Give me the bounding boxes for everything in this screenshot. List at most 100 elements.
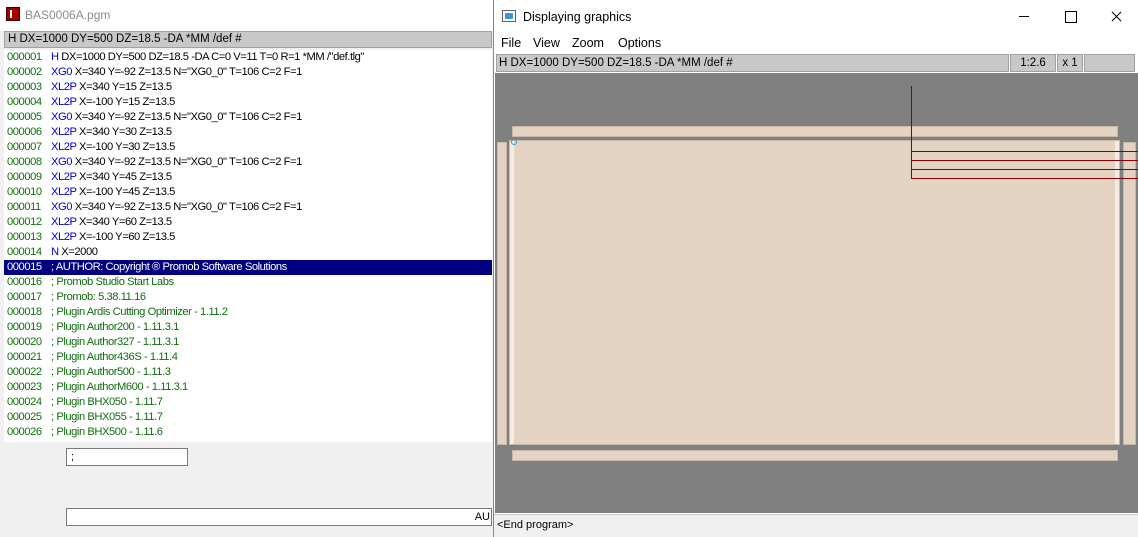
code-row[interactable]: 000015 ; AUTHOR: Copyright ® Promob Softw… <box>4 260 492 275</box>
code-row[interactable]: 000010 XL2P X=-100 Y=45 Z=13.5 <box>4 185 492 200</box>
line-number: 000003 <box>7 81 42 93</box>
command-params: X=340 Y=-92 Z=13.5 N="XG0_0" T=106 C=2 F… <box>72 201 303 213</box>
command-params: X=2000 <box>58 246 98 258</box>
graphics-header-line: H DX=1000 DY=500 DZ=18.5 -DA *MM /def # <box>496 54 1009 72</box>
menu-view[interactable]: View <box>533 36 560 50</box>
comment-text: ; Plugin Author436S - 1.11.4 <box>51 351 178 363</box>
command-params: X=-100 Y=45 Z=13.5 <box>76 186 175 198</box>
line-number: 000004 <box>7 96 42 108</box>
editor-status-field: AU <box>66 508 492 526</box>
zoom-multiplier-readout: x 1 <box>1057 54 1083 72</box>
line-number: 000021 <box>7 351 42 363</box>
comment-text: ; Promob Studio Start Labs <box>51 276 174 288</box>
code-row[interactable]: 000025 ; Plugin BHX055 - 1.11.7 <box>4 410 492 425</box>
program-code-list[interactable]: 000001 H DX=1000 DY=500 DZ=18.5 -DA C=0 V… <box>4 50 492 442</box>
command-params: X=-100 Y=15 Z=13.5 <box>76 96 175 108</box>
zoom-scale-readout: 1:2.6 <box>1010 54 1056 72</box>
line-number: 000008 <box>7 156 42 168</box>
command-keyword: XG0 <box>51 201 73 213</box>
line-number: 000013 <box>7 231 42 243</box>
command-params: X=-100 Y=30 Z=13.5 <box>76 141 175 153</box>
code-row[interactable]: 000026 ; Plugin BHX500 - 1.11.6 <box>4 425 492 440</box>
command-keyword: XL2P <box>51 216 77 228</box>
command-keyword: XG0 <box>51 66 73 78</box>
code-row[interactable]: 000014 N X=2000 <box>4 245 492 260</box>
line-number: 000010 <box>7 186 42 198</box>
code-row[interactable]: 000024 ; Plugin BHX050 - 1.11.7 <box>4 395 492 410</box>
editor-title-bar[interactable]: BAS0006A.pgm <box>0 0 493 31</box>
code-row[interactable]: 000018 ; Plugin Ardis Cutting Optimizer -… <box>4 305 492 320</box>
code-row[interactable]: 000013 XL2P X=-100 Y=60 Z=13.5 <box>4 230 492 245</box>
menu-zoom[interactable]: Zoom <box>572 36 604 50</box>
comment-text: ; Plugin AuthorM600 - 1.11.3.1 <box>51 381 188 393</box>
line-number: 000020 <box>7 336 42 348</box>
code-row[interactable]: 000007 XL2P X=-100 Y=30 Z=13.5 <box>4 140 492 155</box>
code-row[interactable]: 000017 ; Promob: 5.38.11.16 <box>4 290 492 305</box>
command-params: X=340 Y=-92 Z=13.5 N="XG0_0" T=106 C=2 F… <box>72 66 303 78</box>
line-number: 000007 <box>7 141 42 153</box>
comment-text: ; Plugin Author327 - 1.11.3.1 <box>51 336 179 348</box>
tool-path-vertical <box>911 86 912 178</box>
code-row[interactable]: 000011 XG0 X=340 Y=-92 Z=13.5 N="XG0_0" T… <box>4 200 492 215</box>
line-edit-input[interactable]: ; <box>66 448 188 466</box>
comment-text: ; Promob: 5.38.11.16 <box>51 291 146 303</box>
command-keyword: XG0 <box>51 111 73 123</box>
command-keyword: XL2P <box>51 186 77 198</box>
tool-path-line-4 <box>911 178 1138 179</box>
code-row[interactable]: 000019 ; Plugin Author200 - 1.11.3.1 <box>4 320 492 335</box>
code-row[interactable]: 000023 ; Plugin AuthorM600 - 1.11.3.1 <box>4 380 492 395</box>
command-params: X=-100 Y=60 Z=13.5 <box>76 231 175 243</box>
code-row[interactable]: 000004 XL2P X=-100 Y=15 Z=13.5 <box>4 95 492 110</box>
program-status-text: <End program> <box>497 519 574 531</box>
command-params: X=340 Y=15 Z=13.5 <box>76 81 172 93</box>
code-row[interactable]: 000001 H DX=1000 DY=500 DZ=18.5 -DA C=0 V… <box>4 50 492 65</box>
graphics-canvas[interactable] <box>495 73 1138 513</box>
menu-options[interactable]: Options <box>618 36 661 50</box>
line-number: 000025 <box>7 411 42 423</box>
code-row[interactable]: 000016 ; Promob Studio Start Labs <box>4 275 492 290</box>
graphics-window: Displaying graphics File View Zoom Optio… <box>493 0 1138 537</box>
graphics-window-title: Displaying graphics <box>523 10 632 24</box>
code-row[interactable]: 000012 XL2P X=340 Y=60 Z=13.5 <box>4 215 492 230</box>
line-number: 000011 <box>7 201 41 213</box>
code-row[interactable]: 000006 XL2P X=340 Y=30 Z=13.5 <box>4 125 492 140</box>
command-params: X=340 Y=60 Z=13.5 <box>76 216 172 228</box>
comment-text: ; Plugin Ardis Cutting Optimizer - 1.11.… <box>51 306 228 318</box>
code-row[interactable]: 000022 ; Plugin Author500 - 1.11.3 <box>4 365 492 380</box>
command-params: X=340 Y=30 Z=13.5 <box>76 126 172 138</box>
command-keyword: XG0 <box>51 156 73 168</box>
graphics-title-bar[interactable]: Displaying graphics <box>494 0 1138 32</box>
comment-text: ; Plugin BHX500 - 1.11.6 <box>51 426 163 438</box>
graphics-menu-bar: File View Zoom Options <box>494 33 1138 53</box>
code-row[interactable]: 000020 ; Plugin Author327 - 1.11.3.1 <box>4 335 492 350</box>
menu-file[interactable]: File <box>501 36 521 50</box>
line-number: 000022 <box>7 366 42 378</box>
maximize-icon[interactable] <box>1047 0 1093 32</box>
command-keyword: XL2P <box>51 96 77 108</box>
command-keyword: XL2P <box>51 171 77 183</box>
editor-window-title: BAS0006A.pgm <box>25 8 111 22</box>
command-keyword: XL2P <box>51 141 77 153</box>
comment-text: ; AUTHOR: Copyright ® Promob Software So… <box>51 261 287 273</box>
command-keyword: XL2P <box>51 231 77 243</box>
line-number: 000024 <box>7 396 42 408</box>
comment-text: ; Plugin BHX055 - 1.11.7 <box>51 411 163 423</box>
command-params: DX=1000 DY=500 DZ=18.5 -DA C=0 V=11 T=0 … <box>58 51 364 63</box>
line-number: 000006 <box>7 126 42 138</box>
minimize-icon[interactable] <box>1001 0 1047 32</box>
code-row[interactable]: 000003 XL2P X=340 Y=15 Z=13.5 <box>4 80 492 95</box>
code-row[interactable]: 000008 XG0 X=340 Y=-92 Z=13.5 N="XG0_0" T… <box>4 155 492 170</box>
code-row[interactable]: 000005 XG0 X=340 Y=-92 Z=13.5 N="XG0_0" T… <box>4 110 492 125</box>
code-row[interactable]: 000002 XG0 X=340 Y=-92 Z=13.5 N="XG0_0" T… <box>4 65 492 80</box>
line-number: 000014 <box>7 246 42 258</box>
board-bottom-edge-view <box>512 450 1118 461</box>
code-row[interactable]: 000021 ; Plugin Author436S - 1.11.4 <box>4 350 492 365</box>
board-right-edge-view <box>1123 142 1136 445</box>
line-number: 000001 <box>7 51 42 63</box>
code-row[interactable]: 000009 XL2P X=340 Y=45 Z=13.5 <box>4 170 492 185</box>
close-icon[interactable] <box>1093 0 1138 32</box>
line-number: 000012 <box>7 216 42 228</box>
command-params: X=340 Y=-92 Z=13.5 N="XG0_0" T=106 C=2 F… <box>72 156 303 168</box>
comment-text: ; Plugin BHX050 - 1.11.7 <box>51 396 163 408</box>
line-number: 000023 <box>7 381 42 393</box>
